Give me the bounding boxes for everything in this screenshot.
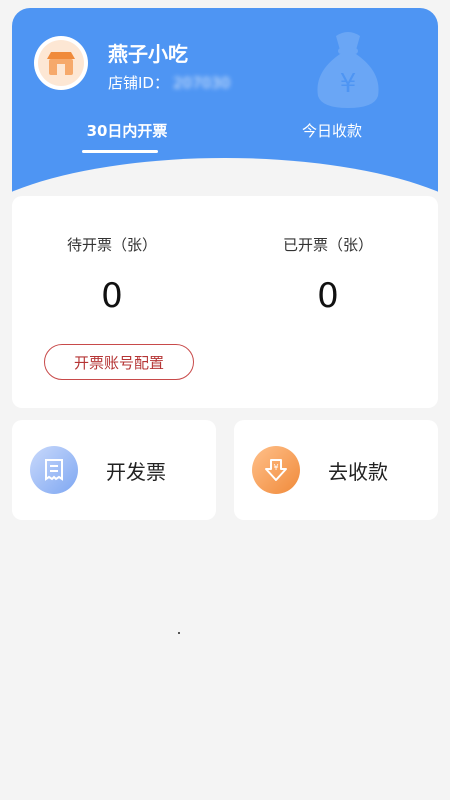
issue-invoice-card[interactable]: 开发票 — [12, 420, 216, 520]
pending-stat: 待开票（张） 0 — [12, 234, 212, 313]
shop-id-label: 店铺ID： — [108, 74, 169, 92]
stray-dot — [178, 632, 180, 634]
issued-label: 已开票（张） — [282, 236, 373, 254]
shop-id-value: 207030 — [172, 74, 231, 92]
money-bag-icon: ¥ — [317, 32, 379, 108]
active-tab-indicator — [82, 150, 158, 153]
tab-bar: 30日内开票 今日收款 — [12, 120, 438, 160]
issue-invoice-label: 开发票 — [106, 459, 166, 484]
svg-text:¥: ¥ — [273, 463, 278, 472]
invoice-stats-card: 待开票（张） 0 已开票（张） 0 开票账号配置 — [12, 196, 438, 408]
collect-payment-label: 去收款 — [328, 459, 388, 484]
tab-today-payments[interactable]: 今日收款 — [282, 120, 382, 141]
shop-avatar-icon — [38, 40, 84, 86]
shop-id: 店铺ID： 207030 — [108, 72, 230, 93]
issued-stat: 已开票（张） 0 — [228, 234, 428, 313]
invoice-icon — [30, 446, 78, 494]
collect-payment-card[interactable]: ¥ 去收款 — [234, 420, 438, 520]
header-curve — [12, 158, 438, 194]
pending-label: 待开票（张） — [66, 236, 157, 254]
invoice-account-config-button[interactable]: 开票账号配置 — [44, 344, 194, 380]
tab-30-days-invoices[interactable]: 30日内开票 — [72, 120, 182, 141]
issued-value: 0 — [317, 276, 339, 316]
svg-text:¥: ¥ — [340, 69, 357, 99]
shop-name: 燕子小吃 — [108, 42, 188, 66]
payment-icon: ¥ — [252, 446, 300, 494]
shop-avatar[interactable] — [34, 36, 88, 90]
header-banner: 燕子小吃 店铺ID： 207030 ¥ 30日内开票 今日收款 — [12, 8, 438, 194]
pending-value: 0 — [101, 276, 123, 316]
